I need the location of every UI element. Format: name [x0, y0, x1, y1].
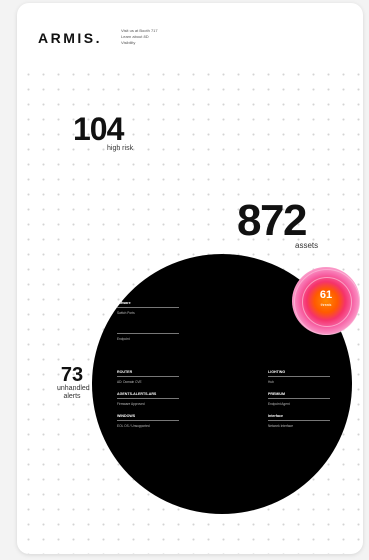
circle-item-windows: WINDOWS EOL OS / Unsupported — [117, 414, 179, 428]
divider — [268, 376, 330, 377]
unhandled-alerts-label-line2: alerts — [63, 393, 81, 400]
assets-value: 872 — [237, 196, 307, 245]
circle-item-title: AGENTS-ALERTS-ARS — [117, 392, 157, 396]
circle-item-router: ROUTER AD: Domain CVE — [117, 370, 179, 384]
threat-highlight-label: threats — [320, 303, 332, 307]
booth-info-line: Visibility — [121, 40, 136, 45]
circle-item-sub: Network Interface — [268, 424, 293, 428]
assets-label: assets — [295, 241, 319, 250]
divider — [117, 333, 179, 334]
circle-item-sub: Hub — [268, 380, 274, 384]
circle-item-interface: Interface Network Interface — [268, 414, 330, 428]
infographic-card: ARMIS. Visit us at Booth 717 Learn about… — [17, 3, 363, 554]
circle-item-title: PREMIUM — [268, 392, 285, 396]
circle-item-title: Interface — [268, 414, 283, 418]
high-risk-stat: 104 high risk — [73, 111, 133, 152]
assets-stat: 872 assets — [237, 196, 318, 251]
unhandled-alerts-value: 73 — [60, 364, 84, 386]
circle-item-sub: Firmware Approved — [117, 402, 145, 406]
divider — [117, 398, 179, 399]
divider — [117, 307, 179, 308]
unhandled-alerts-label-line1: unhandled — [57, 385, 90, 392]
circle-item-premium: PREMIUM Endpoint Agent — [268, 392, 330, 406]
circle-item-title: VMware — [117, 301, 131, 305]
divider — [268, 398, 330, 399]
circle-item-title: LIGHTING — [268, 370, 286, 374]
circle-item-sub: EOL OS / Unsupported — [117, 424, 150, 428]
booth-info: Visit us at Booth 717 Learn about 8D Vis… — [121, 28, 158, 46]
divider — [268, 420, 330, 421]
circle-item-lighting: LIGHTING Hub — [268, 370, 330, 384]
circle-item-sub: Endpoint Agent — [268, 402, 290, 406]
divider — [117, 420, 179, 421]
glow-ring — [302, 277, 352, 327]
high-risk-value: 104 — [73, 111, 124, 147]
armis-logo: ARMIS. — [38, 30, 102, 46]
circle-item-title: ROUTER — [117, 370, 133, 374]
divider — [117, 376, 179, 377]
circle-item-vmware: VMware Switch Ports Endpoint — [117, 301, 179, 341]
threat-highlight-value: 61 — [319, 289, 333, 301]
circle-item-sub: Switch Ports — [117, 311, 135, 315]
unhandled-alerts-stat: 73 unhandled alerts — [57, 364, 90, 401]
circle-item-sub: Endpoint — [117, 337, 130, 341]
circle-item-title: WINDOWS — [117, 414, 136, 418]
circle-item-agents: AGENTS-ALERTS-ARS Firmware Approved — [117, 392, 179, 406]
high-risk-label: high risk — [107, 145, 134, 152]
threat-highlight-glow: 61 threats — [292, 267, 360, 335]
circle-item-sub: AD: Domain CVE — [117, 380, 142, 384]
